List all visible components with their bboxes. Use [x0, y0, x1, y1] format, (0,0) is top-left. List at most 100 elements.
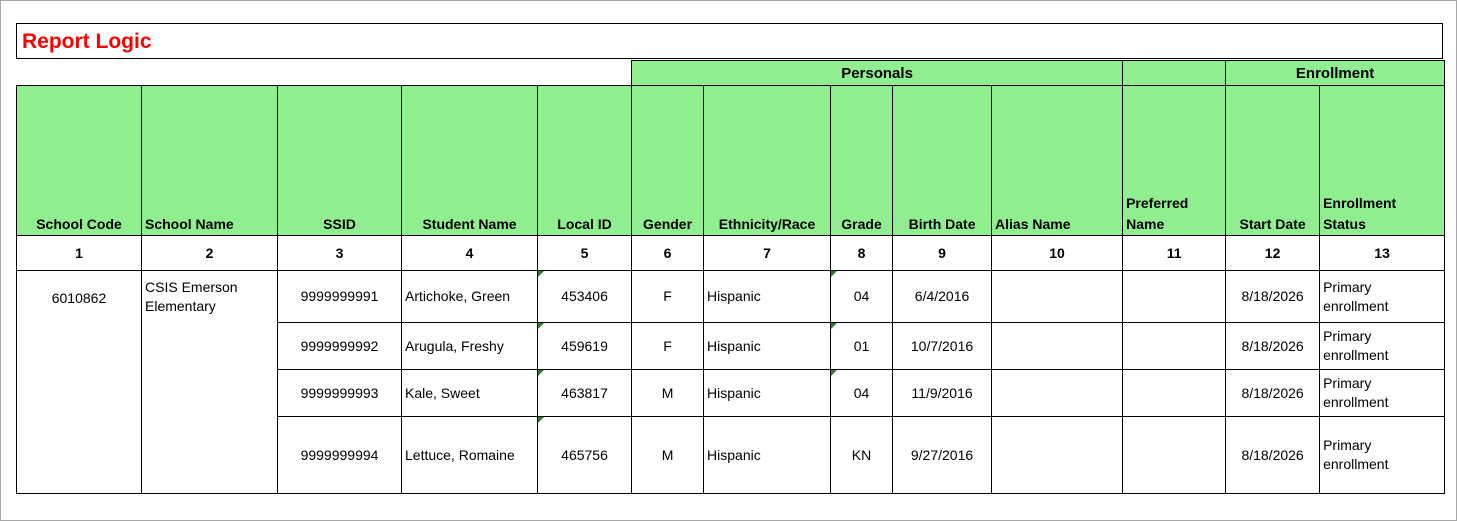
ssid-cell: 9999999992 — [277, 322, 402, 370]
birth-date-cell: 6/4/2016 — [892, 270, 993, 323]
header-enrollment-status: Enrollment Status — [1319, 85, 1446, 236]
column-number: 7 — [703, 235, 832, 271]
header-school-code: School Code — [16, 85, 142, 236]
column-number: 1 — [16, 235, 142, 271]
student-name-cell: Kale, Sweet — [401, 369, 538, 417]
local-id-cell: 453406 — [536, 270, 633, 323]
header-preferred-line2: Name — [1126, 216, 1165, 232]
column-number-row: 1 2 3 4 5 6 7 8 9 10 11 12 13 — [16, 235, 1446, 271]
comment-marker-icon — [538, 417, 544, 423]
student-name-cell: Artichoke, Green — [401, 270, 538, 323]
status-line2: enrollment — [1323, 347, 1389, 363]
column-number: 9 — [892, 235, 993, 271]
group-enrollment: Enrollment — [1225, 60, 1446, 86]
school-name-line1: CSIS Emerson — [145, 279, 238, 295]
grade-value: 01 — [853, 337, 870, 354]
grade-cell: 01 — [830, 322, 894, 370]
group-header-row: Personals Enrollment — [16, 60, 1446, 86]
comment-marker-icon — [538, 370, 544, 376]
column-number: 2 — [141, 235, 278, 271]
preferred-name-cell — [1122, 270, 1227, 323]
birth-date-cell: 10/7/2016 — [892, 322, 993, 370]
start-date-cell: 8/18/2026 — [1225, 270, 1321, 323]
start-date-cell: 8/18/2026 — [1225, 369, 1321, 417]
column-number: 8 — [830, 235, 894, 271]
ssid-cell: 9999999993 — [277, 369, 402, 417]
student-name-cell: Lettuce, Romaine — [401, 416, 538, 494]
report-table: Personals Enrollment School Code School … — [16, 60, 1446, 494]
status-line2: enrollment — [1323, 456, 1389, 472]
header-local-id: Local ID — [536, 85, 633, 236]
grade-value: 04 — [853, 384, 870, 401]
status-line2: enrollment — [1323, 297, 1389, 314]
gender-cell: M — [631, 369, 705, 417]
ssid-cell: 9999999991 — [277, 270, 402, 323]
header-student-name: Student Name — [401, 85, 538, 236]
status-line1: Primary — [1323, 375, 1372, 391]
local-id-value: 465756 — [561, 446, 608, 463]
local-id-value: 459619 — [561, 337, 608, 354]
student-name-cell: Arugula, Freshy — [401, 322, 538, 370]
column-number: 6 — [631, 235, 705, 271]
alias-name-cell — [991, 416, 1124, 494]
comment-marker-icon — [538, 271, 544, 277]
birth-date-cell: 9/27/2016 — [892, 416, 993, 494]
grade-cell: 04 — [830, 369, 894, 417]
local-id-cell: 459619 — [536, 322, 633, 370]
comment-marker-icon — [538, 323, 544, 329]
start-date-cell: 8/18/2026 — [1225, 416, 1321, 494]
header-preferred-name: Preferred Name — [1122, 85, 1227, 236]
header-status-line2: Status — [1323, 216, 1366, 232]
column-number: 11 — [1122, 235, 1227, 271]
preferred-name-cell — [1122, 369, 1227, 417]
local-id-value: 453406 — [561, 288, 608, 304]
header-birth-date: Birth Date — [892, 85, 993, 236]
group-blank — [16, 60, 632, 86]
table-row: 6010862 CSIS Emerson Elementary 999999999… — [16, 270, 1446, 494]
group-preferred — [1122, 60, 1227, 86]
column-number: 10 — [991, 235, 1124, 271]
enrollment-status-cell: Primary enrollment — [1319, 270, 1446, 323]
column-header-row: School Code School Name SSID Student Nam… — [16, 85, 1446, 236]
group-personals: Personals — [631, 60, 1124, 86]
comment-marker-icon — [831, 323, 838, 329]
ethnicity-cell: Hispanic — [703, 369, 832, 417]
ethnicity-cell: Hispanic — [703, 416, 832, 494]
header-gender: Gender — [631, 85, 705, 236]
column-number: 5 — [536, 235, 633, 271]
column-number: 12 — [1225, 235, 1321, 271]
gender-cell: F — [631, 270, 705, 323]
enrollment-status-cell: Primary enrollment — [1319, 322, 1446, 370]
school-name-cell: CSIS Emerson Elementary — [141, 270, 278, 494]
header-grade: Grade — [830, 85, 894, 236]
comment-marker-icon — [831, 271, 838, 277]
header-alias-name: Alias Name — [991, 85, 1124, 236]
report-title-box: Report Logic — [16, 23, 1443, 59]
ethnicity-cell: Hispanic — [703, 322, 832, 370]
header-ethnicity: Ethnicity/Race — [703, 85, 832, 236]
alias-name-cell — [991, 369, 1124, 417]
status-line2: enrollment — [1323, 394, 1389, 410]
birth-date-cell: 11/9/2016 — [892, 369, 993, 417]
status-line1: Primary — [1323, 278, 1372, 295]
preferred-name-cell — [1122, 416, 1227, 494]
report-title: Report Logic — [22, 30, 152, 53]
ethnicity-cell: Hispanic — [703, 270, 832, 323]
alias-name-cell — [991, 322, 1124, 370]
local-id-value: 463817 — [561, 384, 608, 401]
status-line1: Primary — [1323, 328, 1372, 344]
grade-cell: KN — [830, 416, 894, 494]
status-line1: Primary — [1323, 437, 1372, 453]
grade-value: 04 — [853, 288, 870, 304]
column-number: 3 — [277, 235, 402, 271]
school-name-line2: Elementary — [145, 298, 216, 314]
start-date-cell: 8/18/2026 — [1225, 322, 1321, 370]
header-preferred-line1: Preferred — [1126, 195, 1189, 211]
local-id-cell: 463817 — [536, 369, 633, 417]
grade-cell: 04 — [830, 270, 894, 323]
enrollment-status-cell: Primary enrollment — [1319, 369, 1446, 417]
preferred-name-cell — [1122, 322, 1227, 370]
gender-cell: F — [631, 322, 705, 370]
header-status-line1: Enrollment — [1323, 195, 1397, 211]
comment-marker-icon — [831, 370, 838, 376]
